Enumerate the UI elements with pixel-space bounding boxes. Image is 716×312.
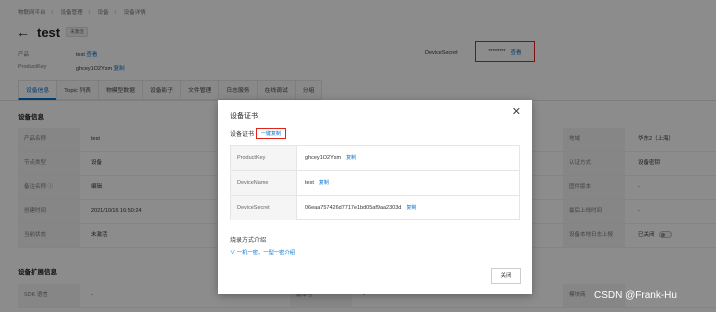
copy-devicename-link[interactable]: 复制 <box>319 180 329 186</box>
certificate-row: DeviceSecret 06eaa757426d7717e1bd05af9aa… <box>231 196 519 221</box>
certificate-value: ghcey1O2Ysm 复制 <box>305 155 357 161</box>
certificate-table: ProductKey ghcey1O2Ysm 复制 DeviceName test… <box>230 145 520 220</box>
chevron-down-icon: ∨ <box>230 250 236 256</box>
certificate-key: ProductKey <box>231 146 297 170</box>
device-certificate-dialog: 设备证书 ✕ 设备证书 一键复制 ProductKey ghcey1O2Ysm 复… <box>218 100 532 294</box>
certificate-value: test 复制 <box>305 180 329 186</box>
watermark: CSDN @Frank-Hu <box>594 290 677 301</box>
certificate-key: DeviceSecret <box>231 196 297 220</box>
certificate-value: 06eaa757426d7717e1bd05af9aa2303d 复制 <box>305 205 417 211</box>
copy-devicesecret-link[interactable]: 复制 <box>406 205 416 211</box>
certificate-label: 设备证书 <box>230 132 255 138</box>
dialog-title: 设备证书 <box>230 113 258 120</box>
certificate-row: ProductKey ghcey1O2Ysm 复制 <box>231 146 519 171</box>
burn-method-link[interactable]: ∨ 一机一密、一型一密介绍 <box>230 248 295 256</box>
certificate-key: DeviceName <box>231 171 297 195</box>
burn-method-title: 烧录方式介绍 <box>230 238 267 244</box>
close-button[interactable]: 关闭 <box>491 268 521 284</box>
copy-all-button[interactable]: 一键复制 <box>256 128 287 139</box>
copy-productkey-link[interactable]: 复制 <box>346 155 356 161</box>
certificate-header: 设备证书 一键复制 <box>230 128 287 139</box>
close-icon[interactable]: ✕ <box>512 107 521 118</box>
certificate-row: DeviceName test 复制 <box>231 171 519 196</box>
